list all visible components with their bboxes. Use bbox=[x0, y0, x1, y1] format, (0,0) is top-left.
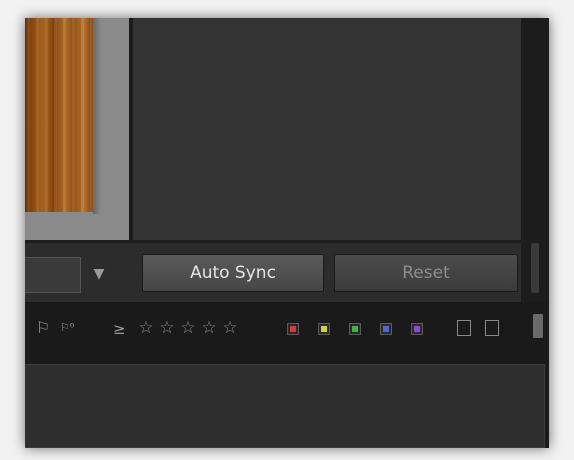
photo-shadow bbox=[93, 18, 101, 214]
filmstrip-content[interactable] bbox=[25, 364, 545, 448]
rating-star-icon[interactable]: ☆ bbox=[177, 318, 199, 338]
panel-scrollbar-thumb[interactable] bbox=[531, 243, 539, 293]
flag-outline-icon[interactable]: ⚐ bbox=[33, 318, 53, 338]
rating-star-icon[interactable]: ☆ bbox=[156, 318, 178, 338]
flag-rejected-icon[interactable]: ⚐⁰ bbox=[57, 318, 77, 338]
color-label-red[interactable] bbox=[287, 323, 299, 335]
color-label-yellow[interactable] bbox=[318, 323, 330, 335]
rating-star-icon[interactable]: ☆ bbox=[198, 318, 220, 338]
copy-status-icon[interactable] bbox=[457, 320, 471, 336]
wood-photo-thumbnail[interactable] bbox=[25, 18, 93, 212]
color-label-green[interactable] bbox=[349, 323, 361, 335]
rating-star-icon[interactable]: ☆ bbox=[135, 318, 157, 338]
reset-button[interactable]: Reset bbox=[334, 254, 518, 292]
filter-toggle-icon[interactable] bbox=[533, 314, 543, 338]
preset-dropdown[interactable] bbox=[25, 257, 81, 293]
virtual-copy-icon[interactable] bbox=[485, 320, 499, 336]
develop-right-panel bbox=[133, 18, 527, 240]
auto-sync-button[interactable]: Auto Sync bbox=[142, 254, 324, 292]
rating-star-icon[interactable]: ☆ bbox=[219, 318, 241, 338]
lightroom-window: ▼ Auto Sync Reset ⚐ ⚐⁰ ≥ ☆ ☆ ☆ ☆ ☆ bbox=[25, 18, 549, 448]
color-label-purple[interactable] bbox=[411, 323, 423, 335]
dropdown-arrow-icon[interactable]: ▼ bbox=[89, 266, 109, 282]
color-label-blue[interactable] bbox=[380, 323, 392, 335]
photo-preview-area bbox=[25, 18, 129, 240]
rating-operator[interactable]: ≥ bbox=[113, 320, 126, 338]
